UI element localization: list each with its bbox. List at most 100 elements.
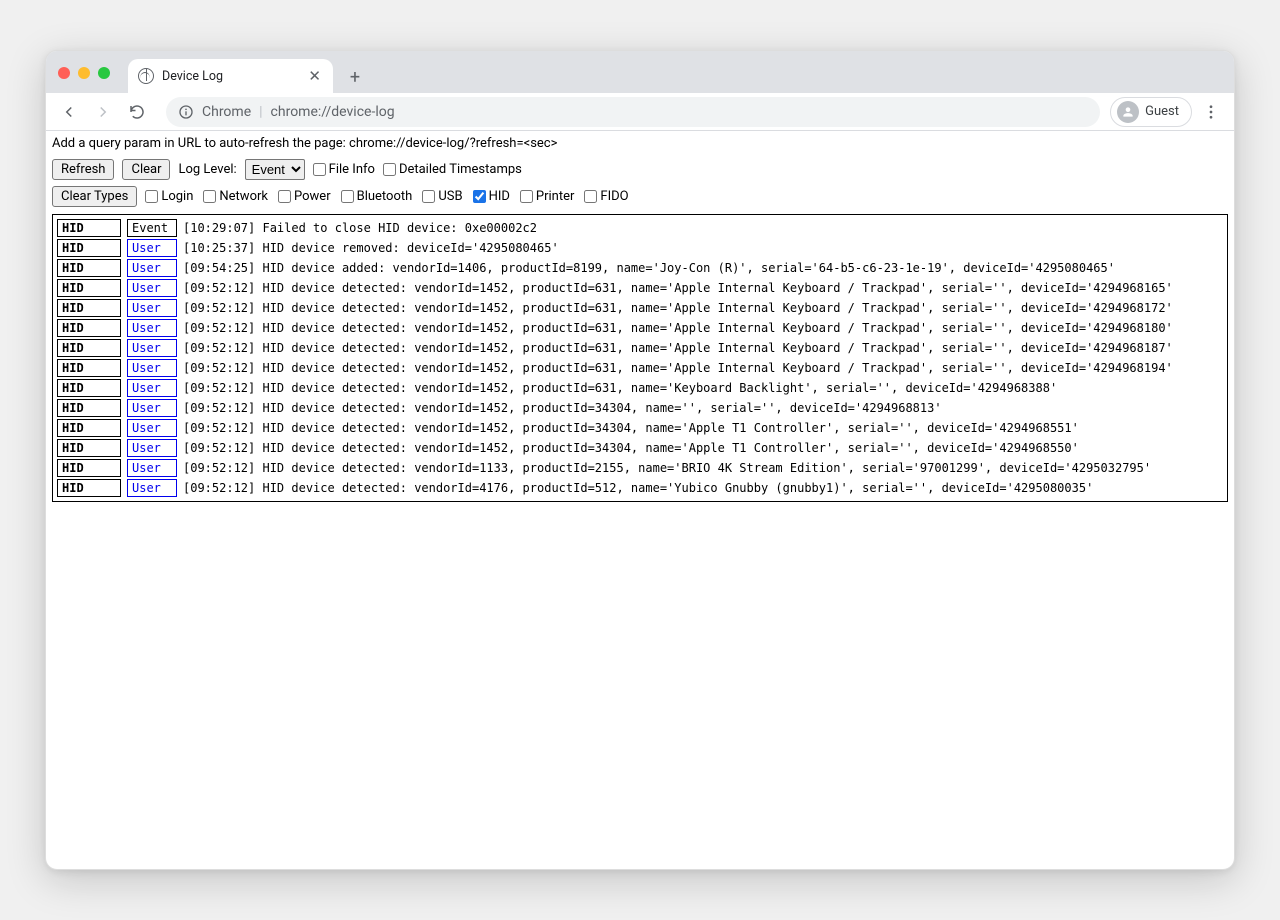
globe-icon: [138, 68, 154, 84]
log-tag: HID: [57, 399, 121, 417]
type-filter-bluetooth[interactable]: Bluetooth: [341, 189, 413, 204]
log-row: HID User [09:52:12] HID device detected: v…: [55, 458, 1225, 478]
type-filter-network[interactable]: Network: [203, 189, 268, 204]
log-row: HID User [09:52:12] HID device detected: v…: [55, 478, 1225, 498]
log-level: User: [127, 459, 177, 477]
log-tag: HID: [57, 379, 121, 397]
log-message: [09:52:12] HID device detected: vendorId…: [183, 462, 1151, 474]
log-message: [10:29:07] Failed to close HID device: 0…: [183, 222, 537, 234]
maximize-window-icon[interactable]: [98, 67, 110, 79]
new-tab-button[interactable]: +: [341, 63, 369, 91]
log-tag: HID: [57, 259, 121, 277]
log-message: [09:52:12] HID device detected: vendorId…: [183, 422, 1079, 434]
detailed-timestamps-checkbox[interactable]: [383, 163, 396, 176]
url-text: chrome://device-log: [271, 104, 395, 120]
type-filter-checkbox[interactable]: [341, 190, 354, 203]
log-level: User: [127, 319, 177, 337]
type-filter-login[interactable]: Login: [145, 189, 193, 204]
close-tab-icon[interactable]: ✕: [306, 69, 323, 84]
profile-chip[interactable]: Guest: [1110, 97, 1192, 127]
log-row: HIDUser[09:52:12] HID device detected: v…: [55, 298, 1225, 318]
type-filter-fido[interactable]: FIDO: [584, 189, 628, 204]
address-bar[interactable]: Chrome | chrome://device-log: [166, 97, 1100, 127]
log-message: [09:54:25] HID device added: vendorId=14…: [183, 262, 1115, 274]
kebab-menu-icon[interactable]: [1196, 97, 1226, 127]
page-content: Add a query param in URL to auto-refresh…: [46, 131, 1234, 869]
log-message: [09:52:12] HID device detected: vendorId…: [183, 482, 1093, 494]
tab-title: Device Log: [162, 69, 298, 84]
type-filter-group: Login Network Power Bluetooth USB HID Printer F…: [145, 189, 628, 204]
file-info-checkbox[interactable]: [313, 163, 326, 176]
person-icon: [1117, 101, 1139, 123]
log-row: HIDEvent[10:29:07] Failed to close HID d…: [55, 218, 1225, 238]
type-filter-checkbox[interactable]: [203, 190, 216, 203]
clear-button[interactable]: Clear: [122, 159, 170, 180]
type-filter-checkbox[interactable]: [473, 190, 486, 203]
log-row: HID User [09:52:12] HID device detected: v…: [55, 418, 1225, 438]
browser-tab[interactable]: Device Log ✕: [128, 59, 333, 93]
detailed-timestamps-toggle[interactable]: Detailed Timestamps: [383, 162, 522, 177]
log-message: [10:25:37] HID device removed: deviceId=…: [183, 242, 559, 254]
log-row: HID User [10:25:37] HID device removed: de…: [55, 238, 1225, 258]
file-info-toggle[interactable]: File Info: [313, 162, 375, 177]
log-tag: HID: [57, 239, 121, 257]
log-level: User: [127, 379, 177, 397]
url-scheme-label: Chrome: [202, 104, 251, 120]
type-filter-printer[interactable]: Printer: [520, 189, 575, 204]
back-button[interactable]: [54, 97, 84, 127]
log-level: User: [127, 439, 177, 457]
type-filter-checkbox[interactable]: [145, 190, 158, 203]
reload-button[interactable]: [122, 97, 152, 127]
type-filter-hid[interactable]: HID: [473, 189, 510, 204]
type-filter-usb[interactable]: USB: [422, 189, 462, 204]
window-controls: [58, 67, 110, 79]
log-message: [09:52:12] HID device detected: vendorId…: [183, 382, 1057, 394]
log-level: User: [127, 339, 177, 357]
log-level: User: [127, 479, 177, 497]
controls-row-1: Refresh Clear Log Level: Event File Info…: [46, 156, 1234, 183]
type-filter-checkbox[interactable]: [422, 190, 435, 203]
log-level: User: [127, 399, 177, 417]
minimize-window-icon[interactable]: [78, 67, 90, 79]
refresh-button[interactable]: Refresh: [52, 159, 114, 180]
log-level: User: [127, 279, 177, 297]
log-tag: HID: [57, 439, 121, 457]
auto-refresh-hint: Add a query param in URL to auto-refresh…: [46, 131, 1234, 156]
log-level: Event: [127, 219, 177, 237]
browser-window: Device Log ✕ + Chrome | chrome://device-…: [45, 50, 1235, 870]
log-tag: HID: [57, 459, 121, 477]
log-row: HID User [09:52:12] HID device detected: v…: [55, 318, 1225, 338]
log-tag: HID: [57, 359, 121, 377]
log-tag: HID: [57, 319, 121, 337]
log-level: User: [127, 239, 177, 257]
clear-types-button[interactable]: Clear Types: [52, 186, 137, 207]
log-level-label: Log Level:: [178, 162, 236, 177]
type-filter-checkbox[interactable]: [584, 190, 597, 203]
type-filter-checkbox[interactable]: [520, 190, 533, 203]
log-message: [09:52:12] HID device detected: vendorId…: [183, 282, 1173, 294]
type-filter-checkbox[interactable]: [278, 190, 291, 203]
log-tag: HID: [57, 479, 121, 497]
log-tag: HID: [57, 419, 121, 437]
site-info-icon[interactable]: [178, 104, 194, 120]
toolbar: Chrome | chrome://device-log Guest: [46, 93, 1234, 131]
log-row: HIDUser[09:52:12] HID device detected: v…: [55, 438, 1225, 458]
log-tag: HID: [57, 339, 121, 357]
log-row: HID User [09:52:12] HID device detected: v…: [55, 338, 1225, 358]
close-window-icon[interactable]: [58, 67, 70, 79]
log-level-select[interactable]: Event: [245, 159, 305, 180]
type-filter-power[interactable]: Power: [278, 189, 331, 204]
tab-strip: Device Log ✕ +: [46, 51, 1234, 93]
log-tag: HID: [57, 279, 121, 297]
log-message: [09:52:12] HID device detected: vendorId…: [183, 402, 942, 414]
log-level: User: [127, 419, 177, 437]
log-area: HID Event [10:29:07] Failed to close HID d…: [52, 214, 1228, 502]
log-row: HID User [09:52:12] HID device detected: v…: [55, 278, 1225, 298]
log-message: [09:52:12] HID device detected: vendorId…: [183, 342, 1173, 354]
log-row: HID User [09:52:12] HID device detected: v…: [55, 378, 1225, 398]
log-message: [09:52:12] HID device detected: vendorId…: [183, 322, 1173, 334]
forward-button[interactable]: [88, 97, 118, 127]
log-tag: HID: [57, 299, 121, 317]
log-level: User: [127, 299, 177, 317]
log-row: HIDUser[09:52:12] HID device detected: v…: [55, 358, 1225, 378]
